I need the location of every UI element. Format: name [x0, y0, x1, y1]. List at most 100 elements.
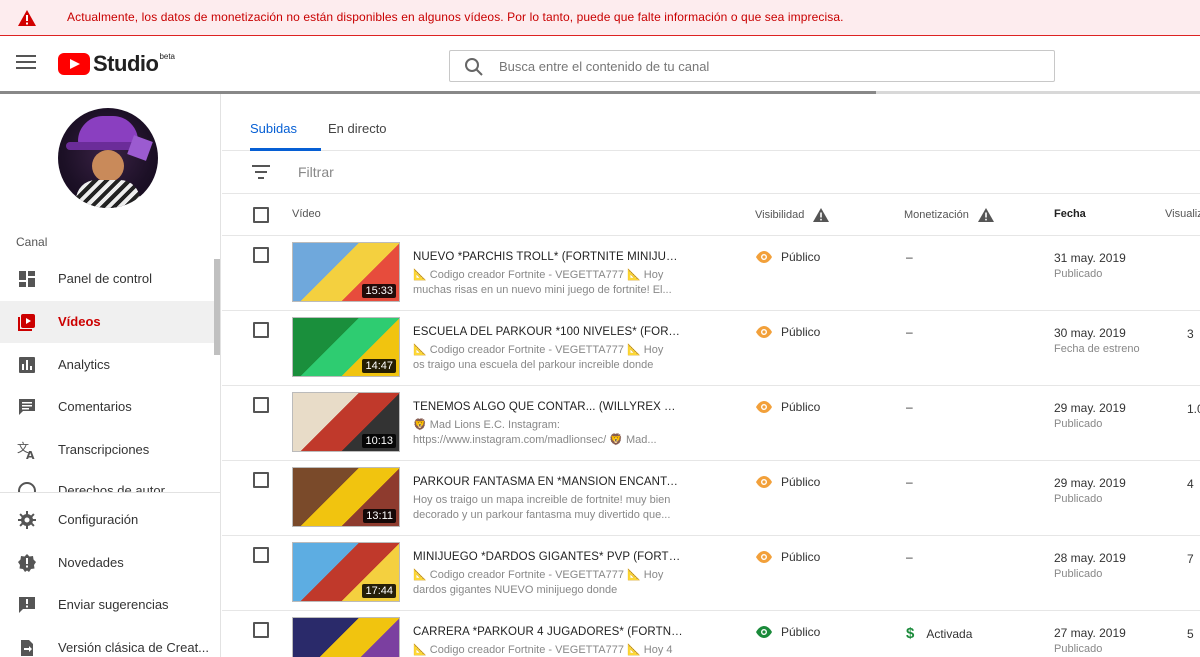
visibility-label: Público	[781, 325, 821, 339]
column-header-video[interactable]: Vídeo	[292, 208, 321, 220]
video-date-status: Publicado	[1054, 568, 1103, 580]
video-description: Hoy os traigo un mapa increible de fortn…	[413, 494, 671, 521]
sidebar-item-label: Versión clásica de Creat...	[58, 640, 210, 655]
select-all-checkbox[interactable]	[253, 207, 269, 223]
row-checkbox[interactable]	[253, 547, 269, 563]
sidebar-item-label: Configuración	[58, 512, 139, 527]
sidebar-item-classic-studio[interactable]: Versión clásica de Creat...	[0, 627, 220, 657]
video-thumbnail[interactable]: 14:47	[292, 317, 400, 377]
visibility-cell[interactable]: Público	[755, 400, 820, 414]
search-icon[interactable]	[464, 57, 484, 77]
column-header-visibility-label: Visibilidad	[755, 208, 805, 221]
sidebar-item-label: Panel de control	[58, 271, 152, 286]
video-title[interactable]: TENEMOS ALGO QUE CONTAR... (WILLYREX Y V…	[413, 401, 683, 413]
video-date-status: Publicado	[1054, 418, 1103, 430]
channel-avatar[interactable]	[58, 108, 158, 208]
visibility-cell[interactable]: Público	[755, 325, 820, 339]
sidebar-item-dashboard[interactable]: Panel de control	[0, 258, 220, 300]
video-thumbnail[interactable]: 13:11	[292, 467, 400, 527]
sidebar-scrollbar[interactable]	[214, 259, 220, 355]
monetization-cell[interactable]: –	[906, 475, 913, 489]
video-thumbnail[interactable]: 17:44	[292, 542, 400, 602]
monetization-cell[interactable]: –	[906, 550, 913, 564]
sidebar-item-videos[interactable]: Vídeos	[0, 301, 220, 343]
video-title[interactable]: CARRERA *PARKOUR 4 JUGADORES* (FORTNITE …	[413, 626, 683, 638]
column-header-monetization[interactable]: Monetización	[904, 208, 994, 222]
table-row[interactable]: 15:33 NUEVO *PARCHIS TROLL* (FORTNITE MI…	[222, 236, 1200, 311]
monetization-cell[interactable]: –	[906, 250, 913, 264]
sidebar-item-settings[interactable]: Configuración	[0, 499, 220, 541]
video-date-status: Publicado	[1054, 643, 1103, 655]
eye-icon	[756, 401, 772, 413]
column-header-visibility[interactable]: Visibilidad	[755, 208, 830, 222]
eye-icon	[756, 476, 772, 488]
video-date-status: Publicado	[1054, 268, 1103, 280]
video-views: 3	[1187, 327, 1194, 341]
svg-text:A: A	[26, 449, 35, 460]
video-duration: 10:13	[362, 434, 396, 448]
monetization-label: –	[906, 550, 913, 564]
column-header-date[interactable]: Fecha	[1054, 208, 1086, 220]
row-checkbox[interactable]	[253, 247, 269, 263]
video-date: 29 may. 2019	[1054, 476, 1126, 490]
channel-search-box[interactable]	[449, 50, 1055, 82]
visibility-label: Público	[781, 625, 821, 639]
tab-live[interactable]: En directo	[328, 121, 387, 136]
visibility-cell[interactable]: Público	[755, 550, 820, 564]
filter-icon[interactable]	[252, 165, 270, 179]
visibility-label: Público	[781, 250, 821, 264]
classic-icon	[21, 640, 33, 656]
hamburger-menu-icon[interactable]	[16, 55, 36, 71]
table-row[interactable]: CARRERA *PARKOUR 4 JUGADORES* (FORTNITE …	[222, 611, 1200, 657]
table-row[interactable]: 13:11 PARKOUR FANTASMA EN *MANSION ENCAN…	[222, 461, 1200, 536]
visibility-warning-icon[interactable]	[813, 208, 830, 222]
monetization-cell[interactable]: $ Activada	[906, 625, 972, 642]
search-input[interactable]	[499, 51, 1039, 81]
table-header: Vídeo Visibilidad Monetización Fecha Vis…	[222, 194, 1200, 236]
sidebar-item-analytics[interactable]: Analytics	[0, 344, 220, 386]
tab-uploads[interactable]: Subidas	[250, 121, 297, 136]
youtube-studio-logo[interactable]: Studio beta	[58, 53, 175, 77]
visibility-label: Público	[781, 400, 821, 414]
video-thumbnail[interactable]	[292, 617, 400, 657]
row-checkbox[interactable]	[253, 397, 269, 413]
video-title[interactable]: MINIJUEGO *DARDOS GIGANTES* PVP (FORTNIT…	[413, 551, 683, 563]
video-title[interactable]: ESCUELA DEL PARKOUR *100 NIVELES* (FORTN…	[413, 326, 683, 338]
eye-icon	[756, 251, 772, 263]
comments-icon	[19, 399, 35, 415]
sidebar-item-label: Vídeos	[58, 314, 101, 329]
row-checkbox[interactable]	[253, 322, 269, 338]
sidebar-item-comments[interactable]: Comentarios	[0, 386, 220, 428]
table-row[interactable]: 14:47 ESCUELA DEL PARKOUR *100 NIVELES* …	[222, 311, 1200, 386]
feedback-icon	[19, 597, 35, 613]
visibility-label: Público	[781, 550, 821, 564]
monetization-warning-icon[interactable]	[977, 208, 994, 222]
visibility-cell[interactable]: Público	[755, 475, 820, 489]
visibility-cell[interactable]: Público	[755, 625, 820, 639]
visibility-cell[interactable]: Público	[755, 250, 820, 264]
sidebar-item-send-feedback[interactable]: Enviar sugerencias	[0, 584, 220, 626]
row-checkbox[interactable]	[253, 472, 269, 488]
video-thumbnail[interactable]: 10:13	[292, 392, 400, 452]
video-title[interactable]: NUEVO *PARCHIS TROLL* (FORTNITE MINIJUEG…	[413, 251, 683, 263]
video-thumbnail[interactable]: 15:33	[292, 242, 400, 302]
video-duration: 17:44	[362, 584, 396, 598]
beta-badge: beta	[159, 52, 176, 61]
video-title[interactable]: PARKOUR FANTASMA EN *MANSION ENCANTAD...	[413, 476, 683, 488]
table-row[interactable]: 17:44 MINIJUEGO *DARDOS GIGANTES* PVP (F…	[222, 536, 1200, 611]
monetization-cell[interactable]: –	[906, 400, 913, 414]
channel-section-label: Canal	[16, 235, 48, 249]
monetization-cell[interactable]: –	[906, 325, 913, 339]
video-views: 5	[1187, 627, 1194, 641]
videos-icon	[18, 314, 35, 331]
sidebar-item-whats-new[interactable]: Novedades	[0, 542, 220, 584]
column-header-views[interactable]: Visualiz	[1165, 208, 1200, 220]
alert-icon	[18, 554, 36, 572]
video-date-status: Publicado	[1054, 493, 1103, 505]
table-row[interactable]: 10:13 TENEMOS ALGO QUE CONTAR... (WILLYR…	[222, 386, 1200, 461]
row-checkbox[interactable]	[253, 622, 269, 638]
sidebar-item-transcriptions[interactable]: 文 A Transcripciones	[0, 429, 220, 471]
filter-input[interactable]	[298, 157, 698, 187]
monetization-label: –	[906, 325, 913, 339]
column-header-monetization-label: Monetización	[904, 208, 969, 221]
